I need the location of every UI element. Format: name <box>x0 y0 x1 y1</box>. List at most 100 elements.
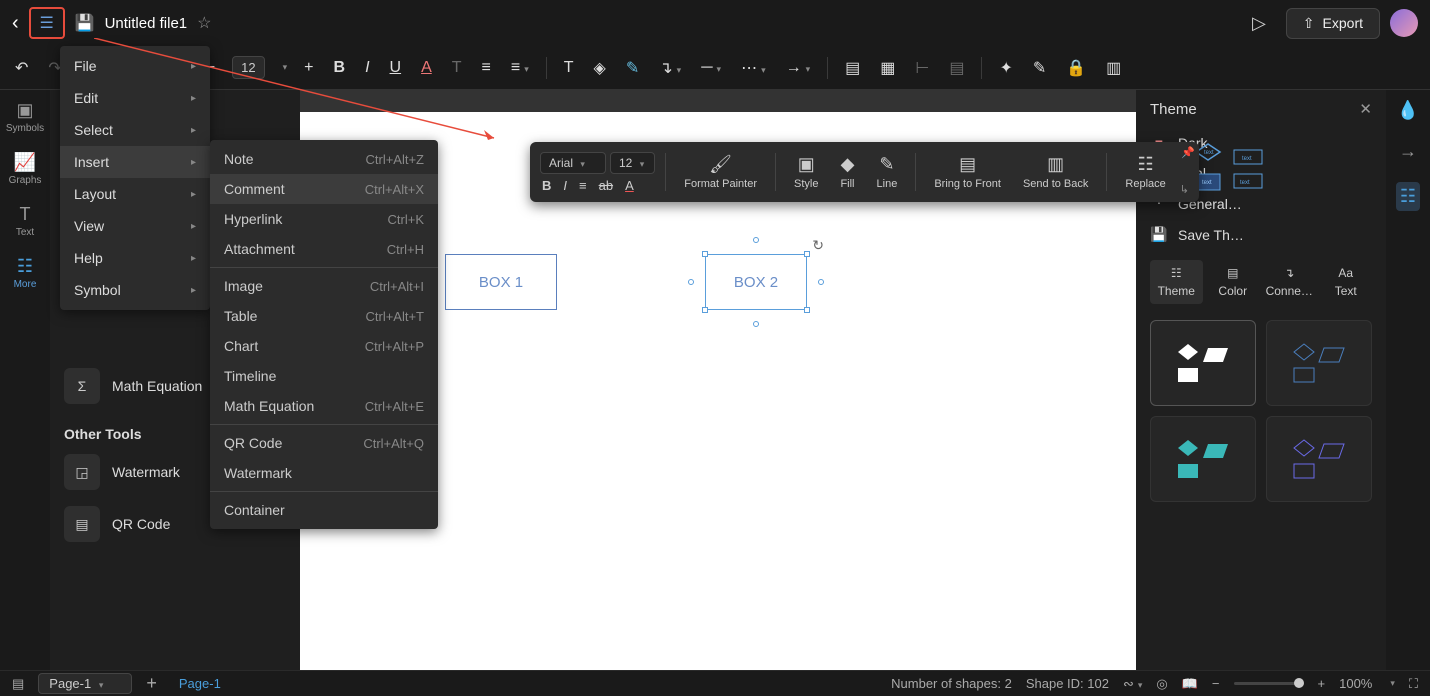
underline-button[interactable]: U <box>387 56 405 80</box>
insert-image[interactable]: ImageCtrl+Alt+I <box>210 271 438 301</box>
selection-handle[interactable] <box>702 307 708 313</box>
ctx-italic-button[interactable]: I <box>563 178 567 193</box>
zoom-in-button[interactable]: + <box>1318 676 1326 691</box>
close-panel-button[interactable]: ✕ <box>1359 100 1372 118</box>
container-button[interactable]: ▥ <box>1103 55 1124 81</box>
insert-math-equation[interactable]: Math EquationCtrl+Alt+E <box>210 391 438 421</box>
align-button[interactable]: ≡ <box>479 56 494 80</box>
rotate-handle[interactable]: ↻ <box>812 237 824 254</box>
expand-toolbar-icon[interactable]: ↳ <box>1180 183 1189 202</box>
bold-button[interactable]: B <box>331 56 349 80</box>
ctx-size-select[interactable]: 12 ▾ <box>610 152 655 174</box>
add-page-button[interactable]: + <box>146 673 157 694</box>
menu-insert[interactable]: Insert▸ <box>60 146 210 178</box>
line-spacing-button[interactable]: ≡▾ <box>508 56 532 80</box>
effects-button[interactable]: ✦ <box>996 55 1015 81</box>
tab-text[interactable]: AaText <box>1320 260 1373 304</box>
arrow-style-button[interactable]: →▾ <box>783 56 814 80</box>
ctx-fontcolor-button[interactable]: A <box>625 178 634 193</box>
connection-point[interactable] <box>818 279 824 285</box>
text-tab[interactable]: TText <box>16 204 34 238</box>
highlight-button[interactable]: ✎ <box>623 55 642 81</box>
font-color-button[interactable]: A <box>418 56 435 80</box>
layers-icon[interactable]: ∾▾ <box>1123 676 1142 692</box>
undo-button[interactable]: ↶ <box>12 55 31 81</box>
theme-preset-1[interactable] <box>1150 320 1256 406</box>
align-objects-button[interactable]: ⊢ <box>912 55 932 81</box>
ctx-strike-button[interactable]: ab <box>599 178 613 193</box>
font-size-input[interactable]: 12 <box>232 56 264 79</box>
menu-file[interactable]: File▸ <box>60 50 210 82</box>
edit-button[interactable]: ✎ <box>1030 55 1049 81</box>
page-tab-1[interactable]: Page-1 <box>171 676 229 691</box>
favorite-star-icon[interactable]: ☆ <box>197 13 211 33</box>
zoom-slider[interactable] <box>1234 682 1304 685</box>
group-button[interactable]: ▤ <box>842 55 863 81</box>
insert-chart[interactable]: ChartCtrl+Alt+P <box>210 331 438 361</box>
connection-point[interactable] <box>753 237 759 243</box>
fullscreen-button[interactable]: ⛶ <box>1409 676 1418 692</box>
line-style-button[interactable]: ─▾ <box>698 56 724 80</box>
pages-view-icon[interactable]: 📖 <box>1182 676 1198 692</box>
theme-preset-2[interactable] <box>1266 320 1372 406</box>
zoom-out-button[interactable]: − <box>1212 676 1220 691</box>
graphs-tab[interactable]: 📈Graphs <box>9 152 42 186</box>
italic-button[interactable]: I <box>362 56 372 80</box>
fill-button-ctx[interactable]: ◆Fill <box>832 150 862 194</box>
menu-select[interactable]: Select▸ <box>60 114 210 146</box>
back-button[interactable]: ‹ <box>12 12 19 35</box>
export-button[interactable]: ⇧ Export <box>1286 8 1380 39</box>
export-tool-icon[interactable]: → <box>1399 141 1417 162</box>
theme-preset-4[interactable] <box>1266 416 1372 502</box>
connection-point[interactable] <box>753 321 759 327</box>
tab-color[interactable]: ▤Color <box>1207 260 1260 304</box>
pin-icon[interactable]: 📌 <box>1181 146 1195 159</box>
insert-container[interactable]: Container <box>210 495 438 525</box>
text-tool-button[interactable]: T <box>561 56 577 80</box>
page-layout-icon[interactable]: ▤ <box>12 676 24 692</box>
tab-theme[interactable]: ☷Theme <box>1150 260 1203 304</box>
tab-connector[interactable]: ↴Conne… <box>1263 260 1316 304</box>
play-button[interactable]: ▷ <box>1242 9 1276 38</box>
insert-watermark[interactable]: Watermark <box>210 458 438 488</box>
menu-layout[interactable]: Layout▸ <box>60 178 210 210</box>
save-icon[interactable]: 💾 <box>75 13 95 33</box>
save-theme-row[interactable]: 💾Save Th… <box>1150 219 1372 250</box>
style-button[interactable]: ▣Style <box>786 150 826 194</box>
send-back-button[interactable]: ▥Send to Back <box>1015 150 1096 194</box>
menu-symbol[interactable]: Symbol▸ <box>60 274 210 306</box>
font-size-increase[interactable]: + <box>301 56 316 80</box>
lock-button[interactable]: 🔒 <box>1063 55 1089 81</box>
insert-timeline[interactable]: Timeline <box>210 361 438 391</box>
insert-note[interactable]: NoteCtrl+Alt+Z <box>210 144 438 174</box>
bring-front-button[interactable]: ▤Bring to Front <box>926 150 1009 194</box>
zoom-value[interactable]: 100% <box>1339 676 1372 691</box>
ctx-align-button[interactable]: ≡ <box>579 178 587 193</box>
user-avatar[interactable] <box>1390 9 1418 37</box>
shape-box-2-selected[interactable]: BOX 2 ↻ <box>705 254 807 310</box>
format-painter-button[interactable]: 🖌Format Painter <box>676 150 765 194</box>
menu-edit[interactable]: Edit▸ <box>60 82 210 114</box>
focus-icon[interactable]: ◎ <box>1156 676 1167 692</box>
insert-hyperlink[interactable]: HyperlinkCtrl+K <box>210 204 438 234</box>
distribute-button[interactable]: ▤ <box>946 55 967 81</box>
font-size-dropdown[interactable]: ▾ <box>283 62 288 73</box>
theme-tool-icon[interactable]: ☷ <box>1396 182 1420 211</box>
menu-help[interactable]: Help▸ <box>60 242 210 274</box>
menu-view[interactable]: View▸ <box>60 210 210 242</box>
selection-handle[interactable] <box>702 251 708 257</box>
selection-handle[interactable] <box>804 251 810 257</box>
insert-attachment[interactable]: AttachmentCtrl+H <box>210 234 438 264</box>
main-menu-button[interactable]: ☰ <box>29 7 65 39</box>
ungroup-button[interactable]: ▦ <box>877 55 898 81</box>
insert-comment[interactable]: CommentCtrl+Alt+X <box>210 174 438 204</box>
insert-table[interactable]: TableCtrl+Alt+T <box>210 301 438 331</box>
fill-tool-icon[interactable]: 💧 <box>1397 100 1419 121</box>
page-select[interactable]: Page-1 ▾ <box>38 673 132 694</box>
text-format-button[interactable]: T <box>449 56 465 80</box>
connection-point[interactable] <box>688 279 694 285</box>
connector-button[interactable]: ↴▾ <box>656 55 684 81</box>
line-button-ctx[interactable]: ✎Line <box>869 150 906 194</box>
ctx-bold-button[interactable]: B <box>542 178 551 193</box>
symbols-tab[interactable]: ▣Symbols <box>6 100 44 134</box>
